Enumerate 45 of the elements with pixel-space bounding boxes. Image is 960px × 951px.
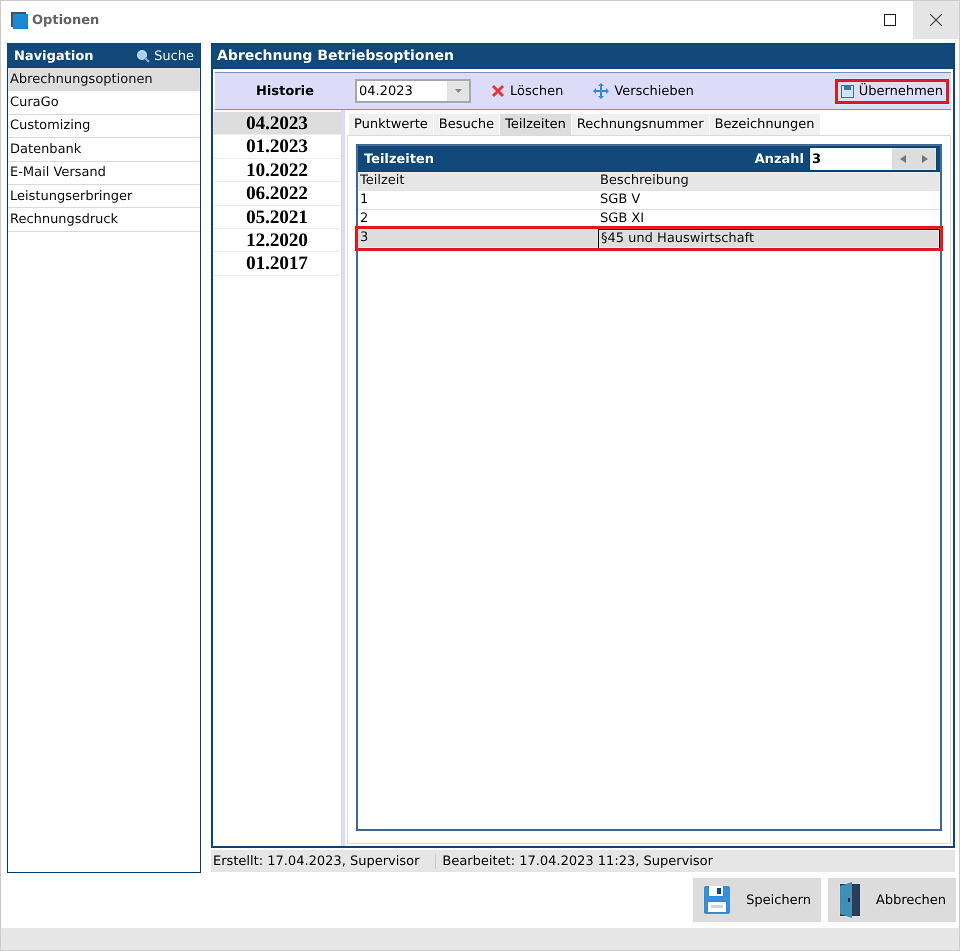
- edited-info: Bearbeitet: 17.04.2023 11:23, Supervisor: [435, 854, 729, 869]
- move-arrows-icon: [593, 83, 610, 99]
- table-cell-text: 1: [359, 191, 370, 209]
- count-label: Anzahl: [754, 152, 804, 166]
- right-arrow-icon[interactable]: [922, 155, 928, 163]
- table-row[interactable]: 1 SGB V: [358, 191, 940, 210]
- window-title: Optionen: [32, 12, 100, 28]
- history-item[interactable]: 05.2021: [213, 206, 341, 229]
- table-cell-text: 3: [359, 229, 370, 247]
- column-header[interactable]: Teilzeit: [358, 172, 598, 190]
- apply-button[interactable]: Übernehmen: [834, 78, 949, 104]
- history-dropdown[interactable]: 04.2023: [355, 79, 471, 103]
- tab[interactable]: Bezeichnungen: [710, 114, 821, 135]
- history-label: Historie: [255, 84, 315, 98]
- table-cell-text: SGB XI: [599, 210, 646, 228]
- door-icon: [838, 882, 862, 918]
- table-cell-text: SGB V: [599, 191, 642, 209]
- search-button[interactable]: Suche: [136, 48, 194, 64]
- history-item[interactable]: 04.2023: [213, 112, 341, 136]
- left-arrow-icon[interactable]: [900, 155, 906, 163]
- delete-button[interactable]: Löschen: [485, 78, 570, 104]
- count-field[interactable]: 3: [810, 148, 936, 170]
- app-icon: [11, 12, 28, 28]
- tab[interactable]: Teilzeiten: [500, 114, 572, 135]
- tab[interactable]: Punktwerte: [349, 114, 434, 135]
- cancel-button[interactable]: Abbrechen: [828, 878, 956, 922]
- move-button[interactable]: Verschieben: [587, 78, 700, 104]
- created-info: Erstellt: 17.04.2023, Supervisor: [213, 854, 420, 869]
- column-header[interactable]: Beschreibung: [598, 172, 940, 190]
- navigation-item[interactable]: E-Mail Versand: [8, 162, 200, 185]
- tab[interactable]: Besuche: [434, 114, 500, 135]
- close-icon: [930, 14, 942, 26]
- panel-title: Abrechnung Betriebsoptionen: [217, 48, 455, 64]
- navigation-item[interactable]: Abrechnungsoptionen: [8, 68, 200, 92]
- panel-title: Navigation: [14, 48, 95, 64]
- maximize-icon: [884, 14, 896, 26]
- save-button[interactable]: Speichern: [693, 878, 821, 922]
- table-cell: §45 und Hauswirtschaft: [598, 229, 940, 249]
- search-icon: [136, 49, 150, 63]
- table-cell-text: 2: [359, 210, 370, 228]
- caret-icon: [454, 89, 462, 93]
- cross-icon: [491, 84, 505, 98]
- grid-title: Teilzeiten: [364, 152, 435, 166]
- table-row[interactable]: 3 §45 und Hauswirtschaft: [358, 229, 940, 248]
- tab[interactable]: Rechnungsnummer: [572, 114, 710, 135]
